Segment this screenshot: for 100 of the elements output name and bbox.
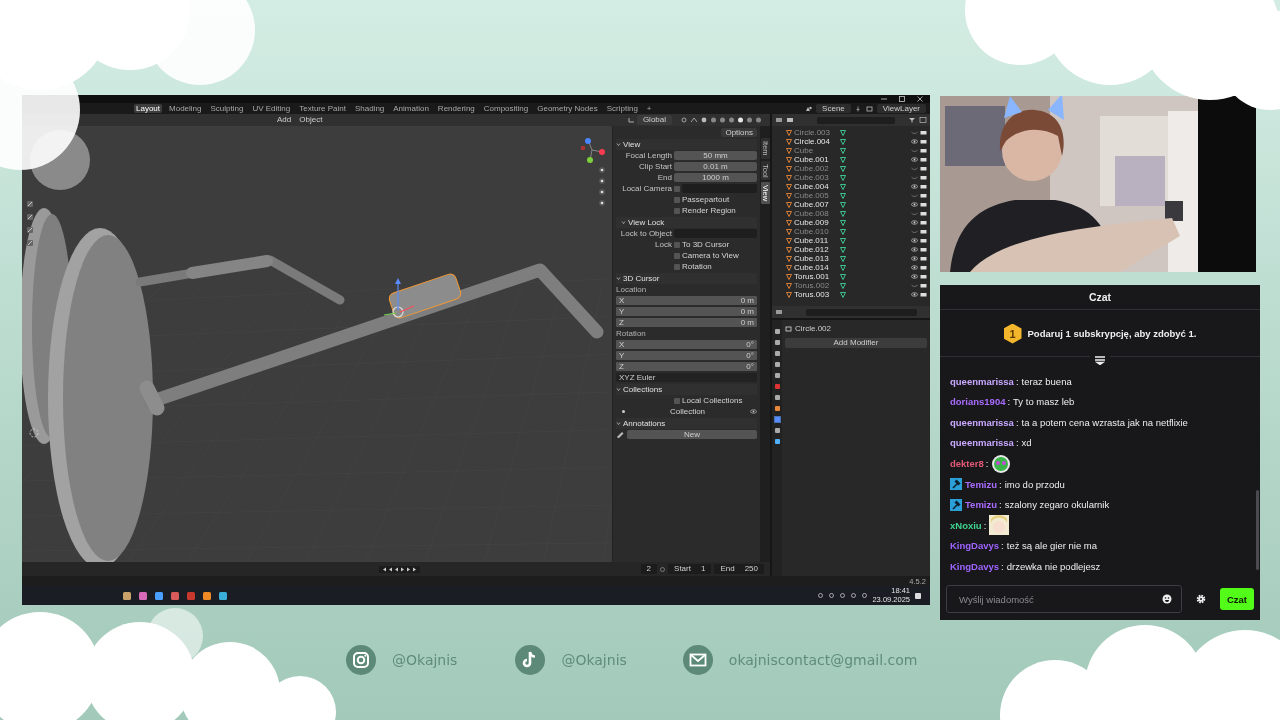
number-field[interactable]: Z 0 m	[616, 318, 757, 327]
number-field[interactable]: 0.01 m	[674, 162, 757, 171]
eye-icon[interactable]	[911, 157, 918, 162]
outliner-item[interactable]: Torus.002	[772, 281, 930, 290]
section-header[interactable]: View	[623, 139, 641, 150]
username[interactable]: dekter8	[950, 458, 984, 470]
mail-icon[interactable]	[682, 645, 713, 675]
workspace-tab[interactable]: Geometry Nodes	[535, 103, 600, 114]
axis-gizmo-icon[interactable]	[578, 136, 606, 164]
pin-icon[interactable]	[854, 105, 862, 112]
snap-icon[interactable]	[690, 117, 698, 123]
instagram-icon[interactable]	[346, 645, 376, 675]
username[interactable]: queenmarissa	[950, 416, 1014, 428]
number-field[interactable]: X 0°	[616, 340, 757, 349]
message-input[interactable]: Wyślij wiadomość	[946, 585, 1182, 614]
username[interactable]: queenmarissa	[950, 437, 1014, 449]
menu-item[interactable]: Object	[299, 115, 323, 125]
eye-icon[interactable]	[911, 265, 918, 270]
eye-icon[interactable]	[911, 139, 918, 144]
app-icon[interactable]	[138, 590, 148, 601]
emoji-icon[interactable]	[1162, 594, 1172, 605]
username[interactable]: queenmarissa	[950, 375, 1014, 387]
outliner-item[interactable]: Cube.008	[772, 209, 930, 218]
new-collection-icon[interactable]	[919, 117, 927, 123]
options-dropdown[interactable]: Options	[721, 127, 757, 138]
outliner-item[interactable]: Circle.004	[772, 137, 930, 146]
eye-icon[interactable]	[911, 292, 918, 297]
frame-field[interactable]: 2	[640, 564, 658, 574]
workspace-tab[interactable]: Compositing	[481, 103, 531, 114]
username[interactable]: KingDavys	[950, 540, 1000, 552]
workspace-tab[interactable]: Rendering	[435, 103, 477, 114]
workspace-tab[interactable]: Scripting	[604, 103, 640, 114]
eye-icon[interactable]	[911, 220, 918, 225]
view-layer-selector[interactable]: ViewLayer	[876, 103, 926, 114]
chevron-down-icon[interactable]	[616, 387, 621, 392]
jump-end-icon[interactable]	[412, 566, 417, 572]
checkbox[interactable]	[674, 196, 680, 203]
number-field[interactable]: 1000 m	[674, 173, 757, 182]
app-icon[interactable]	[202, 590, 212, 601]
outliner-item[interactable]: Cube.013	[772, 254, 930, 263]
app-icon[interactable]	[186, 590, 196, 601]
tiktok-icon[interactable]	[515, 645, 546, 675]
checkbox[interactable]	[674, 252, 680, 259]
workspace-tab[interactable]: Sculpting	[208, 103, 246, 114]
eye-icon[interactable]	[750, 409, 757, 414]
eye-icon[interactable]	[911, 247, 918, 252]
mode-dropdown[interactable]: XYZ Euler	[616, 373, 757, 382]
workspace-tab[interactable]: Texture Paint	[297, 103, 348, 114]
outliner-item[interactable]: Cube.012	[772, 245, 930, 254]
eye-icon[interactable]	[911, 202, 918, 207]
checkbox[interactable]	[674, 397, 680, 404]
scene-selector[interactable]: Scene	[816, 103, 851, 114]
new-button[interactable]: New	[627, 430, 757, 439]
close-icon[interactable]	[916, 96, 924, 102]
outliner-item[interactable]: Cube	[772, 146, 930, 155]
eye-icon[interactable]	[911, 238, 918, 243]
username[interactable]: dorians1904	[950, 396, 1006, 408]
eye-icon[interactable]	[911, 274, 918, 279]
checkbox[interactable]	[674, 263, 680, 270]
display-mode-icon[interactable]	[786, 117, 794, 123]
outliner-item[interactable]: Cube.011	[772, 236, 930, 245]
outliner-item[interactable]: Cube.007	[772, 200, 930, 209]
number-field[interactable]: Y 0 m	[616, 307, 757, 316]
minimize-icon[interactable]	[880, 96, 888, 102]
play-reverse-icon[interactable]	[394, 566, 399, 572]
proportional-icon[interactable]	[700, 117, 708, 123]
settings-icon[interactable]	[1196, 594, 1206, 605]
collection-item[interactable]: Collection	[669, 406, 706, 417]
outliner-item[interactable]: Cube.010	[772, 227, 930, 236]
notification-icon[interactable]	[914, 591, 922, 600]
eye-icon[interactable]	[911, 256, 918, 261]
app-icon[interactable]	[170, 590, 180, 601]
start-field[interactable]: Start 1	[668, 564, 712, 574]
username[interactable]: xNoxiu	[950, 519, 982, 531]
scene-icon[interactable]	[805, 105, 813, 112]
eye-icon[interactable]	[911, 184, 918, 189]
chevron-down-icon[interactable]	[621, 220, 626, 225]
checkbox[interactable]	[674, 185, 680, 192]
outliner-item[interactable]: Cube.005	[772, 191, 930, 200]
outliner-item[interactable]: Circle.003	[772, 128, 930, 137]
outliner-item[interactable]: Cube.003	[772, 173, 930, 182]
outliner-item[interactable]: Cube.014	[772, 263, 930, 272]
editor-type-icon[interactable]	[775, 117, 783, 123]
add-workspace-button[interactable]: +	[644, 103, 654, 114]
username[interactable]: Temizu	[965, 499, 998, 511]
workspace-tab[interactable]: Shading	[352, 103, 387, 114]
menu-item[interactable]: Add	[277, 115, 292, 125]
checkbox[interactable]	[674, 241, 680, 248]
jump-start-icon[interactable]	[382, 566, 387, 572]
number-field[interactable]: Y 0°	[616, 351, 757, 360]
outliner-item[interactable]: Cube.002	[772, 164, 930, 173]
outliner-item[interactable]: Torus.001	[772, 272, 930, 281]
end-field[interactable]: End 250	[714, 564, 764, 574]
app-icon[interactable]	[218, 590, 228, 601]
number-field[interactable]: 50 mm	[674, 151, 757, 160]
checkbox[interactable]	[674, 207, 680, 214]
send-button[interactable]: Czat	[1219, 588, 1254, 611]
workspace-tab[interactable]: Animation	[391, 103, 431, 114]
orientation-icon[interactable]	[627, 117, 635, 123]
pencil-icon[interactable]	[616, 431, 625, 438]
